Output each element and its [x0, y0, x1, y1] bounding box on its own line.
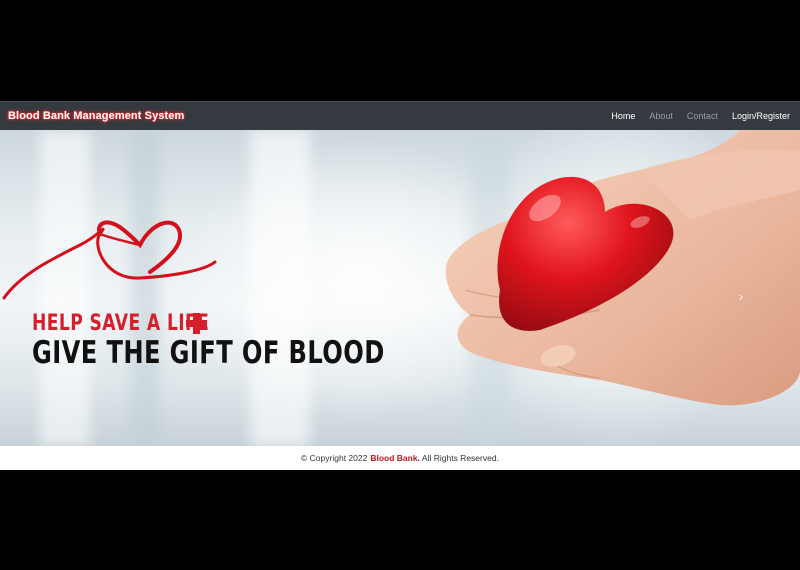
nav-about-link[interactable]: About [649, 111, 673, 121]
nav-contact-link[interactable]: Contact [687, 111, 718, 121]
hero-tagline-primary: HELP SAVE A LIFE [32, 311, 210, 336]
footer-brand-link[interactable]: Blood Bank. [370, 453, 420, 463]
carousel-prev-icon[interactable]: ‹ [50, 284, 70, 308]
footer-copyright: © Copyright 2022 [301, 453, 368, 463]
nav-home-link[interactable]: Home [611, 111, 635, 121]
nav-links: Home About Contact Login/Register [597, 111, 790, 121]
top-navbar: Blood Bank Management System Home About … [0, 101, 800, 130]
hero-carousel: HELP SAVE A LIFE GIVE THE GIFT OF BLOOD … [0, 130, 800, 446]
hero-image [2, 130, 800, 406]
footer-rights: All Rights Reserved. [421, 453, 499, 463]
page-footer: © Copyright 2022 Blood Bank. All Rights … [0, 446, 800, 470]
ribbon-heart-icon [2, 220, 217, 300]
nav-login-register-link[interactable]: Login/Register [732, 111, 790, 121]
carousel-next-icon[interactable]: › [731, 284, 751, 308]
hero-tagline-secondary: GIVE THE GIFT OF BLOOD [32, 335, 385, 371]
site-brand[interactable]: Blood Bank Management System [8, 110, 184, 122]
